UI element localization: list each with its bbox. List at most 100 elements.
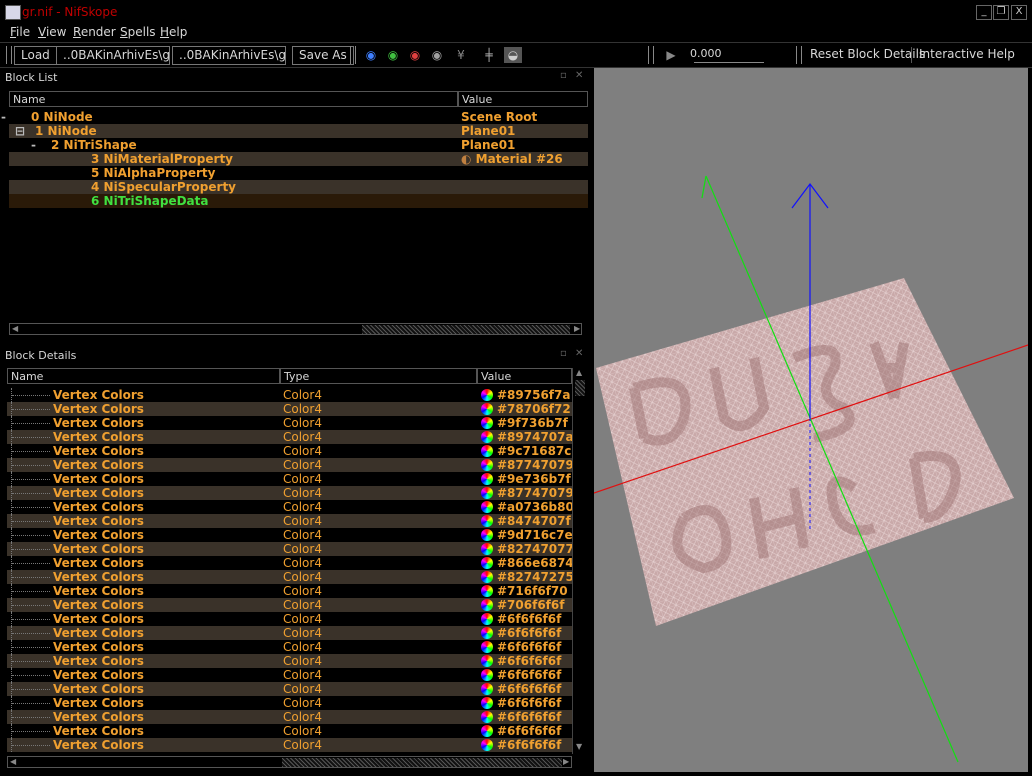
column-header-value[interactable]: Value <box>458 91 588 107</box>
row-value[interactable]: #6f6f6f6f <box>481 668 576 682</box>
row-value[interactable]: #6f6f6f6f <box>481 696 576 710</box>
row-value[interactable]: #6f6f6f6f <box>481 738 576 752</box>
scene-canvas[interactable] <box>594 68 1028 772</box>
toolbar-grip[interactable] <box>350 46 356 64</box>
expander-icon[interactable]: - <box>31 138 36 152</box>
table-row[interactable]: Vertex Colors Color4 #8474707f <box>7 514 576 528</box>
table-row[interactable]: Vertex Colors Color4 #8974707a <box>7 430 576 444</box>
toolbar-grip[interactable] <box>6 46 12 64</box>
column-header-name[interactable]: Name <box>9 91 458 107</box>
scrollbar-thumb[interactable] <box>575 380 585 396</box>
vertical-scrollbar[interactable]: ▲ ▼ <box>572 368 587 754</box>
table-row[interactable]: Vertex Colors Color4 #6f6f6f6f <box>7 696 576 710</box>
row-value[interactable]: #6f6f6f6f <box>481 640 576 654</box>
scroll-left-icon[interactable]: ◀ <box>12 324 18 333</box>
table-row[interactable]: Vertex Colors Color4 #6f6f6f6f <box>7 654 576 668</box>
render-viewport[interactable] <box>594 68 1028 772</box>
table-row[interactable]: Vertex Colors Color4 #9c71687c <box>7 444 576 458</box>
eye-icon[interactable]: ◉ <box>428 47 446 63</box>
table-row[interactable]: Vertex Colors Color4 #9d716c7e <box>7 528 576 542</box>
table-row[interactable]: Vertex Colors Color4 #6f6f6f6f <box>7 738 576 752</box>
row-value[interactable]: #9f736b7f <box>481 416 576 430</box>
table-row[interactable]: Vertex Colors Color4 #716f6f70 <box>7 584 576 598</box>
row-value[interactable]: #9c71687c <box>481 444 576 458</box>
reset-block-details-button[interactable]: Reset Block Details <box>810 47 925 61</box>
row-value[interactable]: #6f6f6f6f <box>481 682 576 696</box>
table-row[interactable]: Vertex Colors Color4 #6f6f6f6f <box>7 724 576 738</box>
row-value[interactable]: #9d716c7e <box>481 528 576 542</box>
restore-button[interactable]: ❐ <box>993 5 1009 20</box>
scroll-left-icon[interactable]: ◀ <box>10 757 16 766</box>
eye-icon[interactable]: ◉ <box>362 47 380 63</box>
table-row[interactable]: Vertex Colors Color4 #a0736b80 <box>7 500 576 514</box>
table-row[interactable]: Vertex Colors Color4 #9f736b7f <box>7 416 576 430</box>
table-row[interactable]: Vertex Colors Color4 #6f6f6f6f <box>7 640 576 654</box>
column-header-name[interactable]: Name <box>7 368 280 384</box>
eye-icon[interactable]: ◉ <box>384 47 402 63</box>
row-value[interactable]: #8474707f <box>481 514 576 528</box>
axis-icon[interactable]: ╪ <box>480 47 498 63</box>
table-row[interactable]: Vertex Colors Color4 #706f6f6f <box>7 598 576 612</box>
tree-row[interactable]: - 0 NiNode Scene Root <box>1 110 588 124</box>
menu-file[interactable]: File <box>10 25 30 39</box>
float-icon[interactable]: ▫ <box>560 70 567 81</box>
tree-row[interactable]: 4 NiSpecularProperty <box>9 180 588 194</box>
tree-row[interactable]: 3 NiMaterialProperty ◐ Material #26 <box>9 152 588 166</box>
table-row[interactable]: Vertex Colors Color4 #6f6f6f6f <box>7 612 576 626</box>
toolbar-grip[interactable] <box>796 46 802 64</box>
row-value[interactable]: #82747077 <box>481 542 576 556</box>
column-header-value[interactable]: Value <box>477 368 572 384</box>
horizontal-scrollbar[interactable]: ◀ ▶ <box>7 756 572 768</box>
tree-row[interactable]: ⊟ 1 NiNode Plane01 <box>9 124 588 138</box>
table-row[interactable]: Vertex Colors Color4 #82747077 <box>7 542 576 556</box>
row-value[interactable]: #87747079 <box>481 486 576 500</box>
row-value[interactable]: #6f6f6f6f <box>481 654 576 668</box>
scrollbar-thumb[interactable] <box>362 325 570 334</box>
table-row[interactable]: Vertex Colors Color4 #6f6f6f6f <box>7 682 576 696</box>
row-value[interactable]: #6f6f6f6f <box>481 724 576 738</box>
menu-spells[interactable]: Spells <box>120 25 156 39</box>
column-header-type[interactable]: Type <box>280 368 477 384</box>
row-value[interactable]: #706f6f6f <box>481 598 576 612</box>
tree-row[interactable]: - 2 NiTriShape Plane01 <box>9 138 588 152</box>
tree-row[interactable]: 5 NiAlphaProperty <box>9 166 588 180</box>
table-row[interactable]: Vertex Colors Color4 #6f6f6f6f <box>7 710 576 724</box>
save-as-button[interactable]: Save As <box>292 46 354 65</box>
table-row[interactable]: Vertex Colors Color4 #87747079 <box>7 486 576 500</box>
figure-icon[interactable]: ¥ <box>452 47 470 63</box>
scroll-right-icon[interactable]: ▶ <box>563 757 569 766</box>
table-row[interactable]: Vertex Colors Color4 #82747275 <box>7 570 576 584</box>
menu-view[interactable]: View <box>38 25 66 39</box>
row-value[interactable]: #89756f7a <box>481 388 576 402</box>
menu-help[interactable]: Help <box>160 25 187 39</box>
play-icon[interactable]: ▶ <box>662 47 680 63</box>
table-row[interactable]: Vertex Colors Color4 #866e6874 <box>7 556 576 570</box>
row-value[interactable]: #a0736b80 <box>481 500 576 514</box>
scroll-up-icon[interactable]: ▲ <box>576 368 582 377</box>
eye-icon[interactable]: ◉ <box>406 47 424 63</box>
table-row[interactable]: Vertex Colors Color4 #6f6f6f6f <box>7 626 576 640</box>
row-value[interactable]: #9e736b7f <box>481 472 576 486</box>
table-row[interactable]: Vertex Colors Color4 #6f6f6f6f <box>7 668 576 682</box>
row-value[interactable]: #6f6f6f6f <box>481 710 576 724</box>
table-row[interactable]: Vertex Colors Color4 #89756f7a <box>7 388 576 402</box>
tree-row[interactable]: 6 NiTriShapeData <box>9 194 588 208</box>
load-button[interactable]: Load <box>14 46 57 65</box>
minimize-button[interactable]: _ <box>976 5 992 20</box>
close-icon[interactable]: ✕ <box>575 348 583 359</box>
row-value[interactable]: #866e6874 <box>481 556 576 570</box>
scrollbar-thumb[interactable] <box>282 758 562 767</box>
shade-icon[interactable]: ◒ <box>504 47 522 63</box>
expander-icon[interactable]: - <box>1 110 6 124</box>
menu-render[interactable]: Render <box>73 25 116 39</box>
table-row[interactable]: Vertex Colors Color4 #78706f72 <box>7 402 576 416</box>
close-icon[interactable]: ✕ <box>575 70 583 81</box>
row-value[interactable]: #716f6f70 <box>481 584 576 598</box>
expander-icon[interactable]: ⊟ <box>15 124 25 138</box>
toolbar-grip[interactable] <box>648 46 654 64</box>
close-button[interactable]: X <box>1011 5 1027 20</box>
row-value[interactable]: #82747275 <box>481 570 576 584</box>
save-path-field[interactable]: ..0BAKinArhivEs\gr.nif <box>172 46 286 65</box>
table-row[interactable]: Vertex Colors Color4 #9e736b7f <box>7 472 576 486</box>
row-value[interactable]: #6f6f6f6f <box>481 626 576 640</box>
